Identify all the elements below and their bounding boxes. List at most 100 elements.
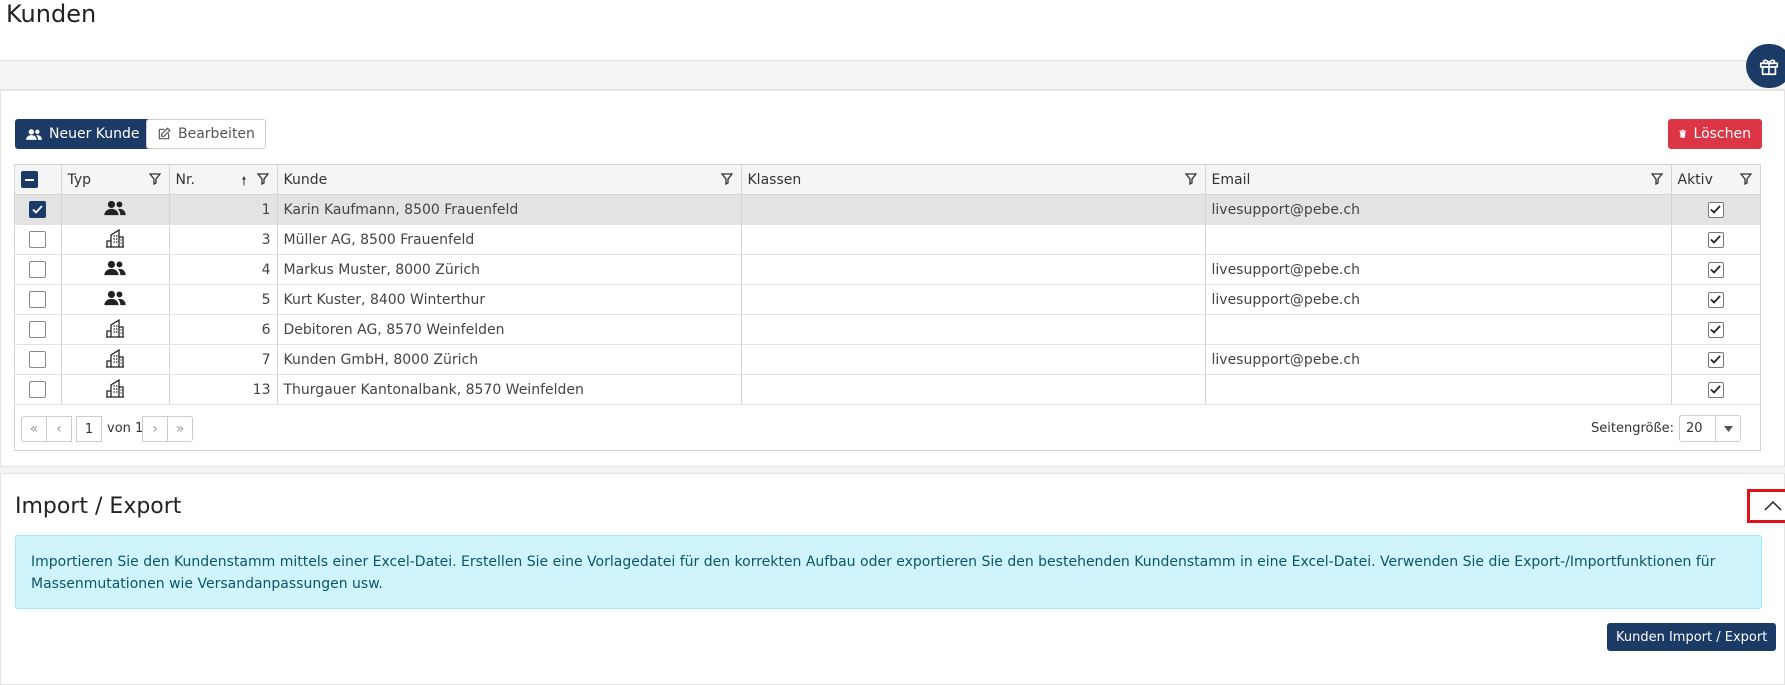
filter-icon[interactable] (1740, 173, 1752, 185)
email-cell: livesupport@pebe.ch (1205, 284, 1672, 315)
email-cell (1205, 374, 1672, 405)
page-size-select[interactable]: 20 (1679, 415, 1741, 442)
nr-cell: 5 (169, 284, 278, 315)
select-all-checkbox[interactable] (21, 171, 38, 188)
delete-button[interactable]: Löschen (1668, 119, 1762, 149)
next-page-button[interactable]: › (142, 416, 168, 442)
sort-ascending-icon[interactable]: 🠕 (241, 172, 246, 193)
new-customer-button[interactable]: Neuer Kunde (15, 119, 151, 149)
type-cell (61, 314, 170, 345)
table-row[interactable]: 3 Müller AG, 8500 Frauenfeld (15, 224, 1760, 255)
table-row[interactable]: 7 Kunden GmbH, 8000 Zürich livesupport@peb… (15, 344, 1760, 375)
row-checkbox[interactable] (29, 291, 47, 308)
edit-label: Bearbeiten (178, 126, 255, 142)
person-group-icon (104, 260, 126, 275)
aktiv-checkbox[interactable] (1707, 261, 1724, 278)
row-checkbox[interactable] (29, 381, 47, 398)
table-row[interactable]: 4 Markus Muster, 8000 Zürich livesupport@p… (15, 254, 1760, 285)
row-select-cell[interactable] (15, 374, 62, 405)
aktiv-cell (1671, 344, 1760, 375)
aktiv-checkbox[interactable] (1707, 351, 1724, 368)
double-chevron-left-icon: « (29, 421, 39, 437)
kunde-cell: Müller AG, 8500 Frauenfeld (277, 224, 742, 255)
filter-icon[interactable] (1650, 173, 1663, 185)
filter-icon[interactable] (256, 173, 269, 185)
filter-icon[interactable] (1184, 173, 1197, 185)
gift-button[interactable] (1746, 44, 1785, 88)
page-header: Kunden (0, 0, 1785, 61)
row-select-cell[interactable] (15, 344, 62, 375)
table-header-row: Typ Nr. 🠕 Kunde Klassen Email Aktiv (15, 165, 1760, 195)
column-typ[interactable]: Typ (61, 165, 170, 195)
double-chevron-right-icon: » (175, 421, 185, 437)
table-row[interactable]: 13 Thurgauer Kantonalbank, 8570 Weinfelde… (15, 374, 1760, 405)
aktiv-cell (1671, 284, 1760, 315)
delete-label: Löschen (1693, 126, 1751, 142)
pager: « ‹ 1 von 1 › » Seitengröße: 20 (15, 407, 1760, 450)
column-aktiv[interactable]: Aktiv (1671, 165, 1760, 195)
first-page-button[interactable]: « (21, 416, 47, 442)
column-klassen[interactable]: Klassen (741, 165, 1206, 195)
column-aktiv-label: Aktiv (1677, 171, 1713, 188)
email-cell (1205, 224, 1672, 255)
klassen-cell (741, 284, 1206, 315)
row-select-cell[interactable] (15, 224, 62, 255)
column-nr-label: Nr. (175, 171, 195, 188)
last-page-button[interactable]: » (167, 416, 193, 442)
select-all-cell[interactable] (15, 165, 62, 195)
header-band (0, 61, 1785, 90)
caret-down-icon (1715, 416, 1740, 441)
row-checkbox[interactable] (29, 231, 47, 248)
aktiv-cell (1671, 254, 1760, 285)
column-kunde-label: Kunde (283, 171, 328, 188)
column-klassen-label: Klassen (747, 171, 802, 188)
info-alert: Importieren Sie den Kundenstamm mittels … (15, 535, 1762, 609)
aktiv-checkbox[interactable] (1707, 321, 1724, 338)
type-cell (61, 344, 170, 375)
row-select-cell[interactable] (15, 284, 62, 315)
page-number-input[interactable]: 1 (76, 416, 102, 442)
row-checkbox[interactable] (29, 351, 47, 368)
edit-button[interactable]: Bearbeiten (146, 119, 266, 149)
chevron-left-icon: ‹ (56, 421, 62, 437)
type-cell (61, 284, 170, 315)
filter-icon[interactable] (148, 173, 161, 185)
klassen-cell (741, 374, 1206, 405)
row-checkbox[interactable] (29, 321, 47, 338)
email-cell: livesupport@pebe.ch (1205, 344, 1672, 375)
filter-icon[interactable] (720, 173, 733, 185)
aktiv-cell (1671, 314, 1760, 345)
chevron-up-icon (1764, 501, 1782, 511)
table-row[interactable]: 6 Debitoren AG, 8570 Weinfelden (15, 314, 1760, 345)
column-nr[interactable]: Nr. 🠕 (169, 165, 278, 195)
prev-page-button[interactable]: ‹ (46, 416, 72, 442)
row-checkbox[interactable] (29, 201, 47, 218)
email-cell: livesupport@pebe.ch (1205, 254, 1672, 285)
person-group-icon (104, 200, 126, 215)
nr-cell: 13 (169, 374, 278, 405)
aktiv-cell (1671, 374, 1760, 405)
row-select-cell[interactable] (15, 194, 62, 225)
aktiv-checkbox[interactable] (1707, 231, 1724, 248)
aktiv-checkbox[interactable] (1707, 201, 1724, 218)
aktiv-checkbox[interactable] (1707, 291, 1724, 308)
page-count: von 1 (107, 421, 144, 436)
row-checkbox[interactable] (29, 261, 47, 278)
page-title: Kunden (6, 0, 97, 28)
kunde-cell: Kunden GmbH, 8000 Zürich (277, 344, 742, 375)
page-size-label: Seitengröße: (1591, 421, 1675, 436)
type-cell (61, 254, 170, 285)
chevron-right-icon: › (152, 421, 158, 437)
aktiv-checkbox[interactable] (1707, 381, 1724, 398)
klassen-cell (741, 194, 1206, 225)
email-cell: livesupport@pebe.ch (1205, 194, 1672, 225)
row-select-cell[interactable] (15, 254, 62, 285)
table-row[interactable]: 1 Karin Kaufmann, 8500 Frauenfeld livesupp… (15, 194, 1760, 225)
row-select-cell[interactable] (15, 314, 62, 345)
column-kunde[interactable]: Kunde (277, 165, 742, 195)
import-export-button[interactable]: Kunden Import / Export (1607, 623, 1777, 651)
column-email[interactable]: Email (1205, 165, 1672, 195)
email-cell (1205, 314, 1672, 345)
collapse-button[interactable] (1747, 489, 1785, 523)
table-row[interactable]: 5 Kurt Kuster, 8400 Winterthur livesupport… (15, 284, 1760, 315)
